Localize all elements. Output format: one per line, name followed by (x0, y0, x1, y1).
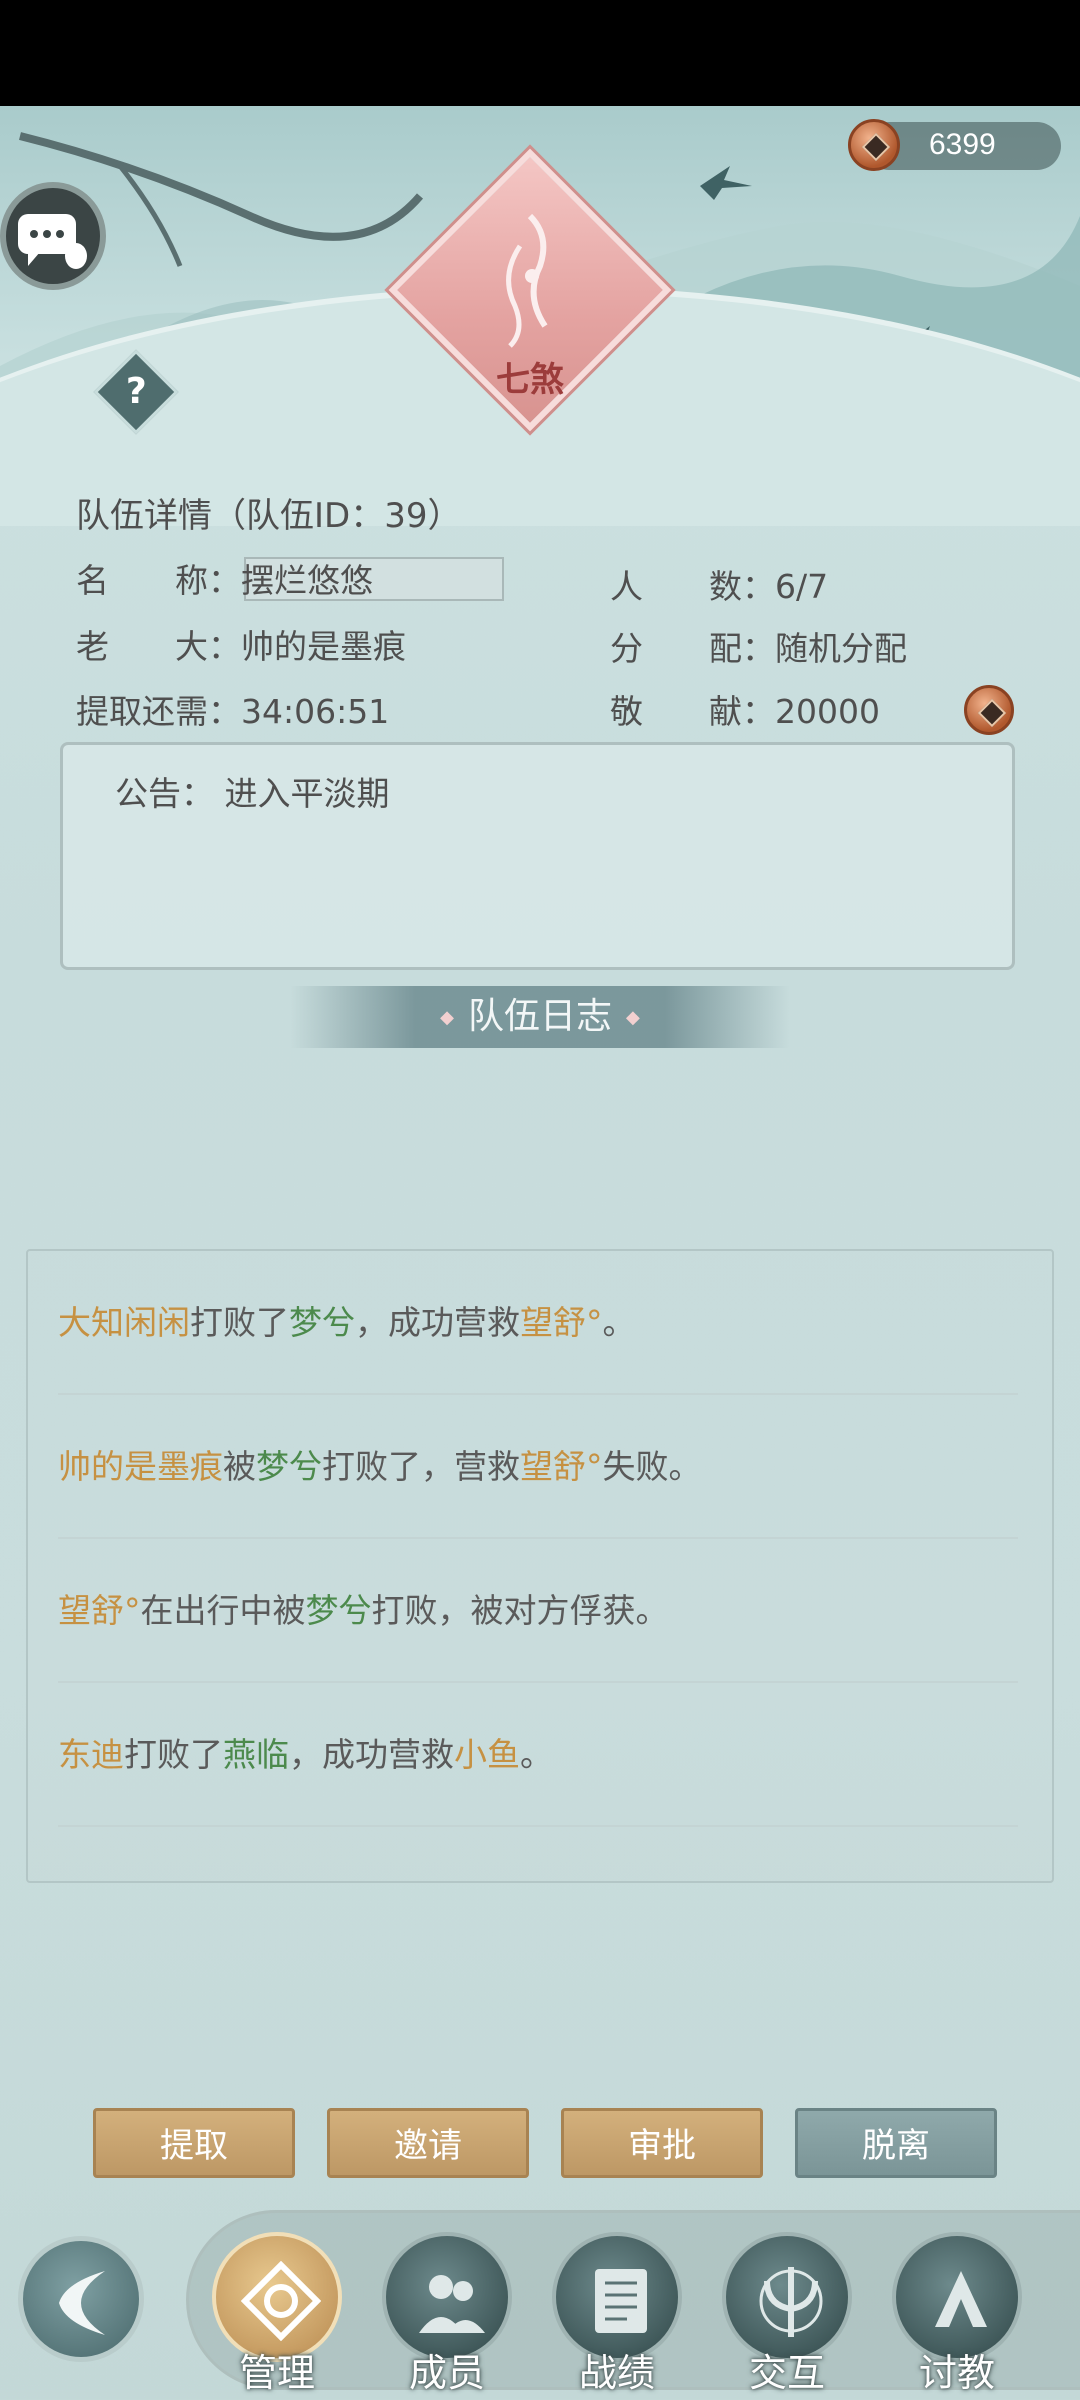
log-text: 在出行中被 (140, 1591, 306, 1630)
chat-button[interactable] (0, 182, 106, 290)
team-name-value: 摆烂悠悠 (241, 561, 373, 600)
distribution-row: 分 配：随机分配 (610, 624, 907, 674)
log-entry: 东迪打败了燕临，成功营救小鱼。 (58, 1683, 1018, 1827)
log-text: 打败，被对方俘获。 (371, 1591, 669, 1630)
log-entry: 帅的是墨痕被梦兮打败了，营救望舒°失败。 (58, 1395, 1018, 1539)
nav-members-label: 成员 (408, 2351, 485, 2395)
status-bar (0, 0, 1080, 106)
withdraw-timer-label: 提取还需： (76, 692, 241, 731)
question-mark-icon: ? (125, 371, 147, 413)
player-name: 大知闲闲 (58, 1303, 190, 1342)
log-text: 。 (602, 1303, 636, 1342)
back-button[interactable] (18, 2236, 144, 2362)
chat-bubble-icon (18, 214, 87, 269)
diamond-icon: ◆ (626, 1007, 640, 1028)
diamond-icon: ◆ (440, 1007, 454, 1028)
contribution-row: 敬 献：20000 (610, 687, 880, 737)
log-entry: 大知闲闲打败了梦兮，成功营救望舒°。 (58, 1251, 1018, 1395)
contribution-label: 敬 献： (610, 692, 775, 731)
withdraw-button[interactable]: 提取 (93, 2108, 295, 2178)
player-name: 望舒° (58, 1591, 141, 1630)
player-name: 梦兮 (305, 1591, 372, 1630)
nav-interact[interactable]: 交互 (722, 2232, 852, 2400)
distribution-label: 分 配： (610, 629, 775, 668)
team-log-header: ◆ 队伍日志 ◆ (290, 986, 790, 1048)
nav-members[interactable]: 成员 (382, 2232, 512, 2400)
nav-manage[interactable]: 管理 (212, 2232, 342, 2400)
team-detail-title: 队伍详情（队伍ID：39） (76, 496, 462, 536)
log-text: 被 (223, 1447, 256, 1486)
player-name: 梦兮 (289, 1303, 355, 1342)
coin-icon (848, 119, 900, 171)
withdraw-timer-value: 34:06:51 (241, 692, 390, 731)
log-text: 。 (520, 1735, 553, 1774)
notice-board: 公告： 进入平淡期 (60, 742, 1015, 970)
back-arrow-icon (59, 2271, 105, 2335)
log-text: ，成功营救 (289, 1735, 454, 1774)
player-name: 梦兮 (256, 1447, 322, 1486)
contribution-coin-icon (964, 685, 1014, 735)
leader-label: 老 大： (76, 627, 241, 666)
invite-button[interactable]: 邀请 (327, 2108, 529, 2178)
member-count-row: 人 数：6/7 (610, 562, 828, 612)
approve-button[interactable]: 审批 (561, 2108, 763, 2178)
member-count-label: 人 数： (610, 567, 775, 606)
nav-records[interactable]: 战绩 (552, 2232, 682, 2400)
player-name: 燕临 (223, 1735, 289, 1774)
member-count-value: 6/7 (775, 567, 829, 606)
player-name: 小鱼 (454, 1735, 520, 1774)
player-name: 帅的是墨痕 (58, 1447, 223, 1486)
log-text: ，成功营救 (355, 1303, 520, 1342)
team-log-list[interactable]: 大知闲闲打败了梦兮，成功营救望舒°。 帅的是墨痕被梦兮打败了，营救望舒°失败。 … (26, 1249, 1054, 1883)
log-text: 打败了 (190, 1303, 289, 1342)
leader-value: 帅的是墨痕 (241, 627, 406, 666)
emblem-figure-icon (506, 213, 548, 348)
notice-label: 公告： (115, 774, 214, 813)
nav-challenge[interactable]: 讨教 (892, 2232, 1022, 2400)
leave-team-button[interactable]: 脱离 (795, 2108, 997, 2178)
nav-records-label: 战绩 (578, 2351, 655, 2395)
log-entry: 望舒°在出行中被梦兮打败，被对方俘获。 (58, 1539, 1018, 1683)
player-name: 望舒° (520, 1447, 603, 1486)
emblem-title: 七煞 (496, 360, 564, 400)
notice-text: 进入平淡期 (224, 774, 390, 813)
team-name-label: 名 称： (76, 561, 241, 600)
log-text: 打败了 (124, 1735, 223, 1774)
nav-interact-label: 交互 (748, 2351, 825, 2395)
team-log-title: 队伍日志 (467, 996, 612, 1037)
nav-manage-label: 管理 (238, 2351, 315, 2395)
withdraw-timer-row: 提取还需：34:06:51 (76, 687, 389, 737)
team-name-row: 名 称：摆烂悠悠 (76, 556, 373, 606)
leader-row: 老 大：帅的是墨痕 (76, 622, 406, 672)
player-name: 东迪 (58, 1735, 124, 1774)
contribution-value: 20000 (775, 692, 880, 731)
player-name: 望舒° (520, 1303, 603, 1342)
log-text: 失败。 (602, 1447, 702, 1486)
coin-balance-value: 6399 (929, 128, 996, 161)
distribution-value: 随机分配 (775, 629, 907, 668)
log-text: 打败了，营救 (322, 1447, 520, 1486)
nav-challenge-label: 讨教 (918, 2351, 995, 2395)
